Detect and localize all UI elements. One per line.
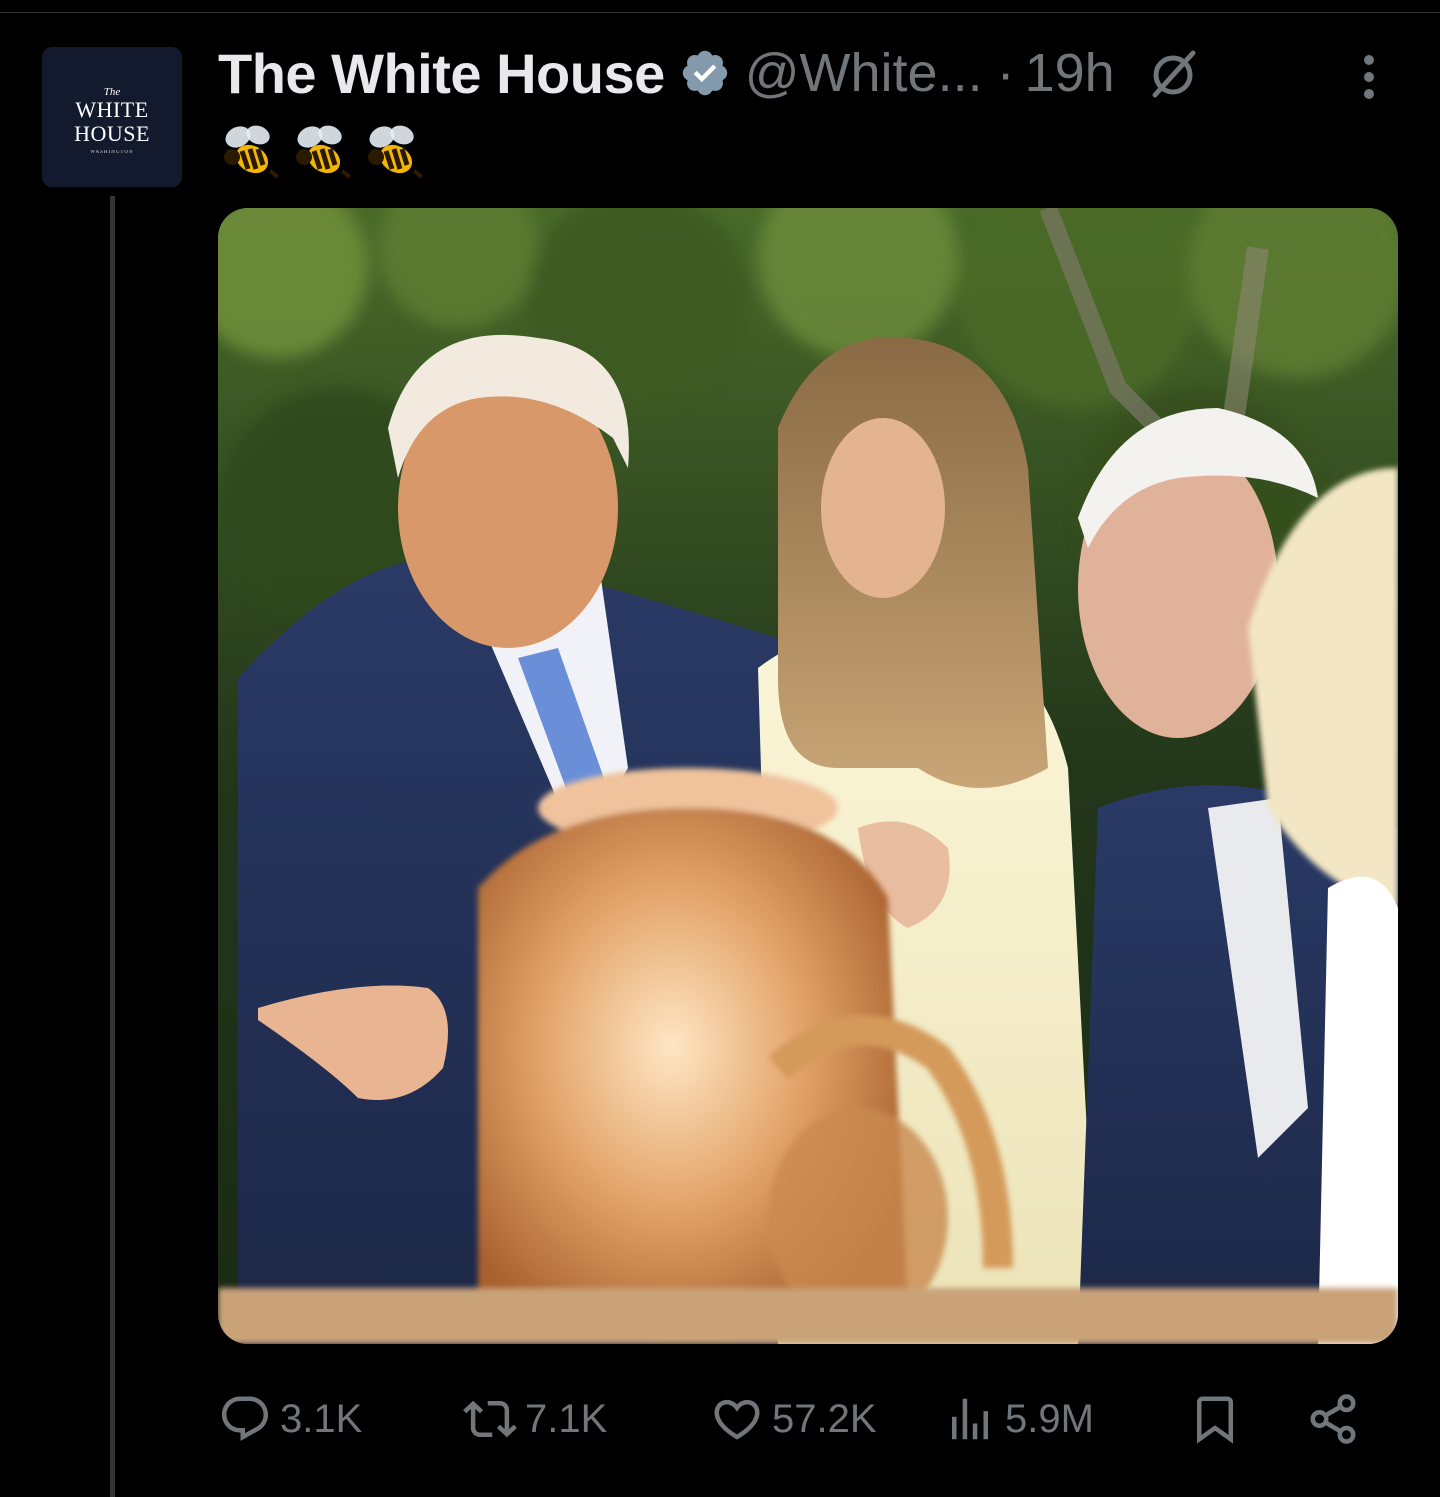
bookmark-icon [1197, 1396, 1233, 1444]
avatar[interactable]: The WHITE HOUSE WASHINGTON [42, 47, 182, 187]
views-button[interactable]: 5.9M [943, 1384, 1094, 1454]
like-count: 57.2K [772, 1396, 877, 1441]
bee-emoji [218, 119, 284, 185]
repost-icon [463, 1400, 517, 1438]
reply-count: 3.1K [280, 1396, 363, 1441]
avatar-washington-text: WASHINGTON [90, 149, 134, 155]
views-count: 5.9M [1005, 1396, 1094, 1441]
avatar-the-text: The [103, 85, 121, 98]
reply-button[interactable]: 3.1K [218, 1384, 362, 1454]
like-button[interactable]: 57.2K [710, 1384, 877, 1454]
avatar-house-text: HOUSE [74, 120, 150, 146]
handle[interactable]: @White... [745, 42, 983, 104]
photo-illustration [218, 208, 1398, 1344]
grok-icon[interactable] [1145, 45, 1201, 101]
share-button[interactable] [1306, 1384, 1368, 1454]
bee-emoji [362, 119, 428, 185]
views-icon [952, 1398, 988, 1440]
tweet-action-bar: 3.1K 7.1K 57.2K 5.9M [218, 1384, 1378, 1454]
verified-badge-icon[interactable] [679, 47, 731, 99]
more-vertical-icon[interactable] [1354, 52, 1384, 102]
repost-count: 7.1K [525, 1396, 608, 1441]
timestamp[interactable]: 19h [1025, 42, 1115, 104]
display-name[interactable]: The White House [218, 41, 665, 106]
reply-icon [221, 1396, 269, 1441]
tweet-header: The White House @White... · 19h [218, 38, 1201, 108]
share-icon [1310, 1394, 1356, 1444]
tweet-text [218, 112, 434, 192]
top-divider [0, 12, 1440, 13]
bee-emoji [290, 119, 356, 185]
heart-icon [714, 1399, 760, 1440]
tweet-photo[interactable] [218, 208, 1398, 1344]
repost-button[interactable]: 7.1K [463, 1384, 607, 1454]
avatar-white-text: WHITE [75, 96, 149, 122]
thread-connector-line [110, 196, 115, 1497]
bookmark-button[interactable] [1188, 1384, 1250, 1454]
separator-dot: · [996, 43, 1015, 103]
